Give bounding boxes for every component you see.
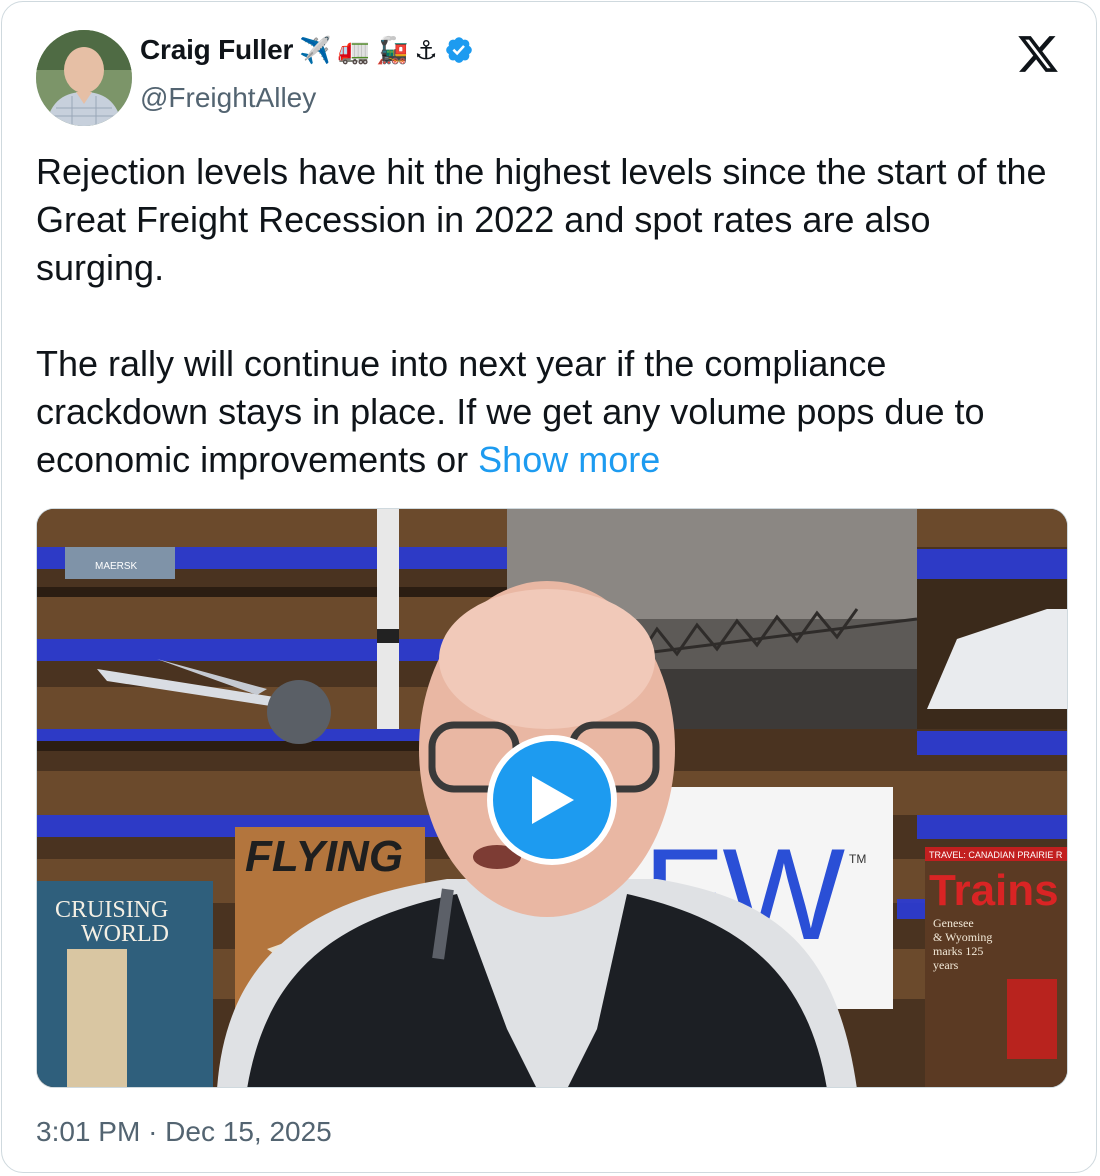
- tweet-paragraph-1: Rejection levels have hit the highest le…: [36, 151, 1047, 288]
- verified-badge-icon: [445, 37, 472, 63]
- avatar[interactable]: [36, 30, 132, 126]
- magazine-trains-title: Trains: [929, 866, 1059, 915]
- magazine-trains-line3: marks 125: [933, 944, 983, 958]
- video-media[interactable]: MAERSK FW TM CRUISING WORLD FLYING TRAVE…: [36, 508, 1068, 1088]
- anchor-emoji: ⚓: [414, 35, 438, 65]
- tweet-time[interactable]: 3:01 PM: [36, 1116, 140, 1147]
- container-text: MAERSK: [95, 561, 138, 572]
- author-handle[interactable]: @FreightAlley: [140, 82, 316, 114]
- timestamp-separator: ·: [148, 1116, 158, 1147]
- magazine-flying-title: FLYING: [245, 832, 403, 881]
- sign-tm: TM: [849, 852, 866, 866]
- magazine-trains-line2: & Wyoming: [933, 930, 992, 944]
- magazine-cruising-line2: WORLD: [81, 921, 169, 947]
- tweet-timestamp[interactable]: 3:01 PM · Dec 15, 2025: [36, 1116, 332, 1148]
- show-more-link[interactable]: Show more: [478, 439, 660, 480]
- airplane-emoji: ✈️: [299, 35, 332, 65]
- x-logo-icon[interactable]: [1016, 32, 1060, 76]
- truck-emoji: 🚛: [337, 35, 370, 65]
- play-icon: [532, 776, 574, 824]
- locomotive-emoji: 🚂: [375, 35, 409, 65]
- tweet-card[interactable]: Craig Fuller ✈️ 🚛 🚂 ⚓ @FreightAlley Reje…: [1, 1, 1097, 1173]
- magazine-trains-header: TRAVEL: CANADIAN PRAIRIE R: [929, 850, 1063, 860]
- tweet-text: Rejection levels have hit the highest le…: [36, 148, 1066, 484]
- magazine-cruising-line1: CRUISING: [55, 897, 168, 923]
- avatar-image: [36, 30, 132, 126]
- tweet-date[interactable]: Dec 15, 2025: [165, 1116, 332, 1147]
- tweet-paragraph-2: The rally will continue into next year i…: [36, 340, 1066, 484]
- play-button[interactable]: [487, 735, 617, 865]
- magazine-trains-line4: years: [933, 958, 959, 972]
- author-name-row[interactable]: Craig Fuller ✈️ 🚛 🚂 ⚓: [140, 34, 474, 66]
- author-display-name[interactable]: Craig Fuller: [140, 34, 293, 66]
- magazine-trains-line1: Genesee: [933, 916, 974, 930]
